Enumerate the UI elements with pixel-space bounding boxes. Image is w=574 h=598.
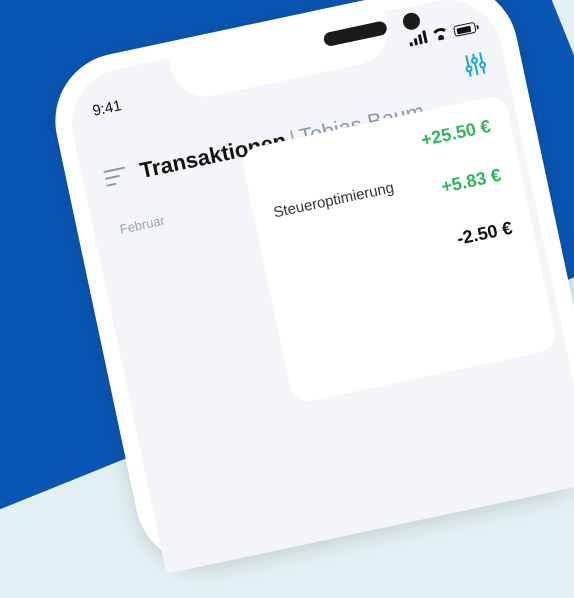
menu-icon[interactable]	[103, 166, 128, 187]
transactions-card: +25.50 € +5.83 € -2.50 € Steueroptimieru…	[240, 94, 559, 405]
wifi-icon	[431, 27, 449, 42]
signal-icon	[408, 30, 428, 47]
transaction-amount: +5.83 €	[439, 164, 503, 197]
transaction-amount: +25.50 €	[419, 115, 493, 151]
transaction-label: Steueroptimierung	[272, 179, 396, 222]
transaction-amount: -2.50 €	[455, 217, 515, 249]
front-camera	[401, 11, 422, 32]
phone-screen: 9:41 Transaktionen Februar +25.50 € +5.8…	[61, 0, 574, 574]
filter-icon[interactable]	[461, 50, 489, 78]
month-label: Februar	[118, 212, 166, 237]
phone-frame: 9:41 Transaktionen Februar +25.50 € +5.8…	[42, 0, 574, 578]
speaker	[322, 20, 389, 48]
notch	[168, 8, 422, 103]
battery-icon	[452, 21, 477, 38]
phone-scene: Le 9:41	[0, 0, 574, 578]
status-time: 9:41	[90, 97, 124, 120]
